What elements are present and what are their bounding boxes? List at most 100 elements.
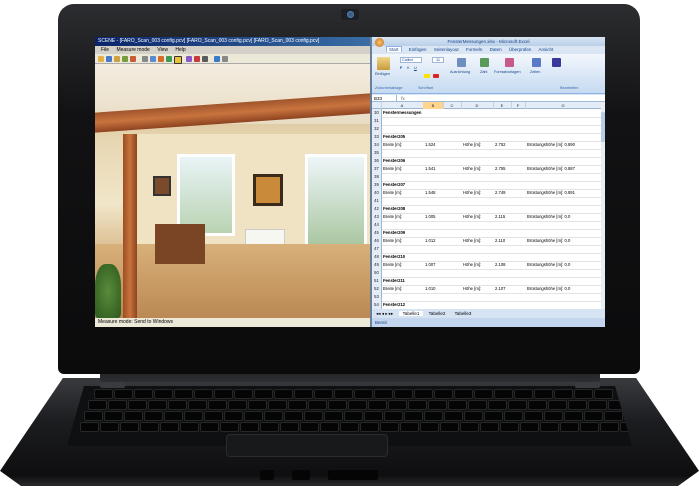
- target-icon[interactable]: [194, 56, 200, 62]
- cell-a[interactable]: Fenster206: [383, 157, 405, 165]
- sheet-tab-1[interactable]: Tabelle1: [398, 311, 424, 316]
- keyboard-key[interactable]: [209, 401, 226, 409]
- keyboard-key[interactable]: [205, 412, 222, 420]
- cell-e[interactable]: 2.755: [495, 165, 505, 173]
- keyboard-key[interactable]: [129, 401, 146, 409]
- cell-b[interactable]: 1.012: [425, 237, 435, 245]
- cell-a[interactable]: Breite [m]:: [383, 141, 402, 149]
- bold-button[interactable]: F: [400, 66, 402, 70]
- keyboard-key[interactable]: [541, 423, 558, 431]
- keyboard-key[interactable]: [501, 423, 518, 431]
- keyboard-key[interactable]: [235, 390, 252, 398]
- keyboard-key[interactable]: [255, 390, 272, 398]
- font-name-select[interactable]: Calibri: [400, 57, 422, 63]
- cell-g[interactable]: Brüstungshöhe [m]: 0.890: [527, 141, 575, 149]
- styles-icon[interactable]: [505, 58, 514, 67]
- keyboard-key[interactable]: [249, 401, 266, 409]
- font-color-icon[interactable]: [433, 74, 439, 78]
- scan-icon[interactable]: [130, 56, 136, 62]
- cell-d[interactable]: Höhe [m]:: [463, 213, 481, 221]
- keyboard-key[interactable]: [169, 401, 186, 409]
- row-number[interactable]: 49: [372, 261, 382, 269]
- folder-icon[interactable]: [114, 56, 120, 62]
- italic-button[interactable]: K: [407, 66, 410, 70]
- cell-d[interactable]: Höhe [m]:: [463, 237, 481, 245]
- settings-icon[interactable]: [222, 56, 228, 62]
- tab-daten[interactable]: Daten: [490, 47, 502, 52]
- row-number[interactable]: 37: [372, 165, 382, 173]
- keyboard-key[interactable]: [449, 401, 466, 409]
- keyboard-key[interactable]: [241, 423, 258, 431]
- keyboard-key[interactable]: [215, 390, 232, 398]
- keyboard-key[interactable]: [485, 412, 502, 420]
- row-number[interactable]: 39: [372, 181, 382, 189]
- cell-a[interactable]: Breite [m]:: [383, 165, 402, 173]
- keyboard-key[interactable]: [315, 390, 332, 398]
- keyboard-key[interactable]: [415, 390, 432, 398]
- keyboard-key[interactable]: [285, 412, 302, 420]
- row-number[interactable]: 35: [372, 149, 382, 157]
- row-number[interactable]: 34: [372, 141, 382, 149]
- cell-b[interactable]: 1.007: [425, 261, 435, 269]
- keyboard-key[interactable]: [125, 412, 142, 420]
- cell-d[interactable]: Höhe [m]:: [463, 165, 481, 173]
- keyboard-key[interactable]: [421, 423, 438, 431]
- cell-d[interactable]: Höhe [m]:: [463, 141, 481, 149]
- keyboard-key[interactable]: [355, 390, 372, 398]
- keyboard-key[interactable]: [245, 412, 262, 420]
- row-number[interactable]: 54: [372, 301, 382, 309]
- layer-icon[interactable]: [202, 56, 208, 62]
- keyboard-key[interactable]: [201, 423, 218, 431]
- row-number[interactable]: 45: [372, 229, 382, 237]
- col-header-c[interactable]: C: [443, 102, 462, 109]
- row-number[interactable]: 46: [372, 237, 382, 245]
- row-number[interactable]: 41: [372, 197, 382, 205]
- row-number[interactable]: 36: [372, 157, 382, 165]
- keyboard-key[interactable]: [429, 401, 446, 409]
- paste-icon[interactable]: [377, 57, 390, 70]
- keyboard-key[interactable]: [229, 401, 246, 409]
- row-number[interactable]: 50: [372, 269, 382, 277]
- open-icon[interactable]: [98, 56, 104, 62]
- keyboard-key[interactable]: [481, 423, 498, 431]
- keyboard-key[interactable]: [465, 412, 482, 420]
- cell-g[interactable]: Brüstungshöhe [m]: 0.887: [527, 165, 575, 173]
- keyboard-key[interactable]: [535, 390, 552, 398]
- name-box[interactable]: B33: [372, 95, 397, 102]
- office-button-icon[interactable]: [375, 38, 384, 47]
- sheet-tab-2[interactable]: Tabelle2: [425, 311, 450, 316]
- cell-a[interactable]: Fenster209: [383, 229, 405, 237]
- keyboard-key[interactable]: [155, 390, 172, 398]
- keyboard-key[interactable]: [525, 412, 542, 420]
- row-number[interactable]: 38: [372, 173, 382, 181]
- keyboard-key[interactable]: [109, 401, 126, 409]
- cell-b[interactable]: 1.524: [425, 141, 435, 149]
- keyboard-key[interactable]: [149, 401, 166, 409]
- cell-a[interactable]: Fenster212: [383, 301, 405, 309]
- row-number[interactable]: 32: [372, 125, 382, 133]
- cell-a[interactable]: Breite [m]:: [383, 285, 402, 293]
- tab-einfuegen[interactable]: Einfügen: [409, 47, 427, 52]
- keyboard-key[interactable]: [469, 401, 486, 409]
- keyboard-key[interactable]: [345, 412, 362, 420]
- row-number[interactable]: 48: [372, 253, 382, 261]
- keyboard-key[interactable]: [365, 412, 382, 420]
- keyboard-key[interactable]: [265, 412, 282, 420]
- tab-ueberpruefen[interactable]: Überprüfen: [509, 47, 532, 52]
- col-header-b[interactable]: B: [423, 102, 444, 109]
- cell-a[interactable]: Breite [m]:: [383, 213, 402, 221]
- tab-start[interactable]: Start: [386, 46, 402, 52]
- menu-measure-mode[interactable]: Measure mode: [116, 47, 149, 53]
- keyboard-key[interactable]: [121, 423, 138, 431]
- keyboard-key[interactable]: [375, 390, 392, 398]
- cell-a[interactable]: Breite [m]:: [383, 237, 402, 245]
- sum-icon[interactable]: [552, 58, 561, 67]
- cell-a[interactable]: Fenster208: [383, 205, 405, 213]
- keyboard-key[interactable]: [575, 390, 592, 398]
- keyboard-key[interactable]: [275, 390, 292, 398]
- keyboard-key[interactable]: [369, 401, 386, 409]
- keyboard-key[interactable]: [461, 423, 478, 431]
- font-size-select[interactable]: 11: [432, 57, 444, 63]
- keyboard-key[interactable]: [289, 401, 306, 409]
- keyboard-key[interactable]: [381, 423, 398, 431]
